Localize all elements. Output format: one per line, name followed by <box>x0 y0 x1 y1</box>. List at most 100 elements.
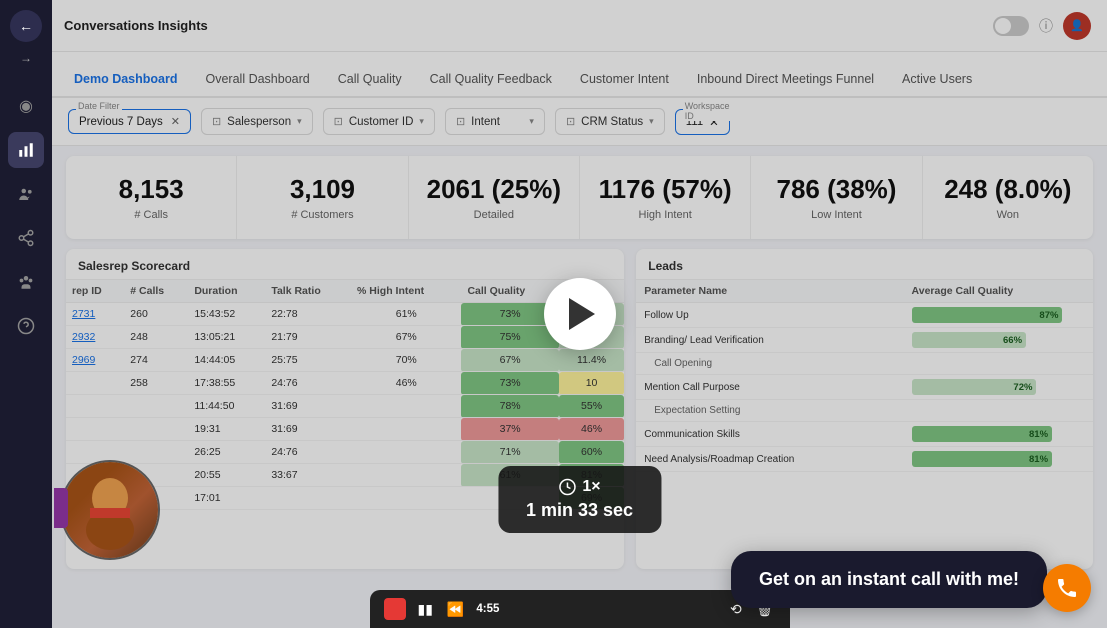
date-filter-clear[interactable]: ✕ <box>171 115 180 128</box>
tab-overall-dashboard[interactable]: Overall Dashboard <box>192 62 324 98</box>
cell-rep-id[interactable]: 2932 <box>66 326 124 349</box>
stat-calls-label: # Calls <box>82 209 220 221</box>
cell-talk-ratio <box>265 487 351 510</box>
cell-high-intent: 67% <box>351 326 461 349</box>
col-rep-id: rep ID <box>66 280 124 303</box>
sidebar-icon-home[interactable]: ◉ <box>8 88 44 124</box>
cell-calls: 260 <box>124 303 188 326</box>
cell-call-quality: 78% <box>461 395 558 418</box>
cell-rep-id <box>66 395 124 418</box>
tab-active-users[interactable]: Active Users <box>888 62 986 98</box>
table-row: 19:31 31:69 37% 46% <box>66 418 624 441</box>
stat-low-intent: 786 (38%) Low Intent <box>751 156 922 239</box>
col-param-name: Parameter Name <box>636 280 903 303</box>
cell-high-intent <box>351 464 461 487</box>
leads-title: Leads <box>636 249 1093 280</box>
cell-duration: 26:25 <box>188 441 265 464</box>
cell-talk-ratio: 31:69 <box>265 395 351 418</box>
cell-duration: 17:38:55 <box>188 372 265 395</box>
col-high-intent: % High Intent <box>351 280 461 303</box>
intent-filter[interactable]: ⊡ Intent ▾ <box>445 108 545 135</box>
stat-customers: 3,109 # Customers <box>237 156 408 239</box>
play-button[interactable] <box>544 278 616 350</box>
cell-high-intent: 61% <box>351 303 461 326</box>
play-icon <box>569 298 595 330</box>
sidebar-icon-help[interactable] <box>8 308 44 344</box>
stat-high-intent-value: 1176 (57%) <box>596 174 734 205</box>
crm-status-label: CRM Status <box>581 116 643 128</box>
cell-calls: 248 <box>124 326 188 349</box>
salesperson-filter[interactable]: ⊡ Salesperson ▾ <box>201 108 313 135</box>
cell-calls <box>124 395 188 418</box>
crm-status-filter[interactable]: ⊡ CRM Status ▾ <box>555 108 665 135</box>
crm-status-icon: ⊡ <box>566 115 575 128</box>
cell-calls <box>124 418 188 441</box>
cell-duration: 13:05:21 <box>188 326 265 349</box>
intent-icon: ⊡ <box>456 115 465 128</box>
tab-demo-dashboard[interactable]: Demo Dashboard <box>60 62 192 98</box>
quality-bar: 81% <box>904 447 1093 472</box>
list-item: Need Analysis/Roadmap Creation 81% <box>636 447 1093 472</box>
cell-duration: 14:44:05 <box>188 349 265 372</box>
table-row: 26:25 24:76 71% 60% <box>66 441 624 464</box>
sidebar-forward-button[interactable]: → <box>16 48 36 68</box>
cell-won: 11.4% <box>559 349 624 372</box>
param-name: Call Opening <box>636 353 903 375</box>
cell-rep-id <box>66 372 124 395</box>
cell-duration: 11:44:50 <box>188 395 265 418</box>
sidebar-icon-users[interactable] <box>8 176 44 212</box>
table-row: 11:44:50 31:69 78% 55% <box>66 395 624 418</box>
stat-calls: 8,153 # Calls <box>66 156 237 239</box>
list-item: Call Opening <box>636 353 1093 375</box>
cell-high-intent <box>351 441 461 464</box>
table-row: 2932 248 13:05:21 21:79 67% 75% 13.2% <box>66 326 624 349</box>
salesperson-label: Salesperson <box>227 116 291 128</box>
param-name: Expectation Setting <box>636 400 903 422</box>
cell-talk-ratio: 31:69 <box>265 418 351 441</box>
col-talk-ratio: Talk Ratio <box>265 280 351 303</box>
rewind-button[interactable]: ⏪ <box>445 599 466 620</box>
customer-id-filter[interactable]: ⊡ Customer ID ▾ <box>323 108 435 135</box>
param-name: Branding/ Lead Verification <box>636 328 903 353</box>
avatar[interactable]: 👤 <box>1063 12 1091 40</box>
leads-table: Parameter Name Average Call Quality Foll… <box>636 280 1093 472</box>
quality-bar: 72% <box>904 375 1093 400</box>
salesperson-chevron: ▾ <box>297 116 302 127</box>
cell-call-quality: 75% <box>461 326 558 349</box>
video-controls: ▮▮ ⏪ 4:55 ⟲ 🗑 <box>370 590 790 628</box>
param-name: Mention Call Purpose <box>636 375 903 400</box>
stat-won: 248 (8.0%) Won <box>923 156 1093 239</box>
info-icon[interactable]: ⓘ <box>1039 16 1053 36</box>
cell-call-quality: 73% <box>461 372 558 395</box>
phone-button[interactable] <box>1043 564 1091 612</box>
cell-call-quality: 67% <box>461 349 558 372</box>
tab-customer-intent[interactable]: Customer Intent <box>566 62 683 98</box>
toggle-switch[interactable] <box>993 16 1029 36</box>
app-title: Conversations Insights <box>64 18 208 33</box>
tab-inbound-funnel[interactable]: Inbound Direct Meetings Funnel <box>683 62 888 98</box>
param-name: Need Analysis/Roadmap Creation <box>636 447 903 472</box>
col-avg-quality: Average Call Quality <box>904 280 1093 303</box>
cell-won: 46% <box>559 418 624 441</box>
param-name: Communication Skills <box>636 422 903 447</box>
sidebar-icon-group[interactable] <box>8 264 44 300</box>
sidebar-icon-chart[interactable] <box>8 132 44 168</box>
sidebar-icon-share[interactable] <box>8 220 44 256</box>
leads-panel: Leads Parameter Name Average Call Qualit… <box>636 249 1093 569</box>
cell-duration: 19:31 <box>188 418 265 441</box>
tab-call-quality-feedback[interactable]: Call Quality Feedback <box>416 62 566 98</box>
date-filter-chip[interactable]: Previous 7 Days ✕ <box>68 109 191 134</box>
customer-id-label: Customer ID <box>349 116 414 128</box>
sidebar-back-button[interactable]: ← <box>10 10 42 42</box>
cell-talk-ratio: 24:76 <box>265 372 351 395</box>
time-value: 1 min 33 sec <box>526 500 633 521</box>
cell-duration: 17:01 <box>188 487 265 510</box>
pause-button[interactable]: ▮▮ <box>416 599 435 620</box>
stop-button[interactable] <box>384 598 406 620</box>
tab-call-quality[interactable]: Call Quality <box>324 62 416 98</box>
cell-rep-id[interactable]: 2969 <box>66 349 124 372</box>
list-item: Expectation Setting <box>636 400 1093 422</box>
cell-talk-ratio: 22:78 <box>265 303 351 326</box>
cell-rep-id[interactable]: 2731 <box>66 303 124 326</box>
intent-label: Intent <box>471 116 500 128</box>
